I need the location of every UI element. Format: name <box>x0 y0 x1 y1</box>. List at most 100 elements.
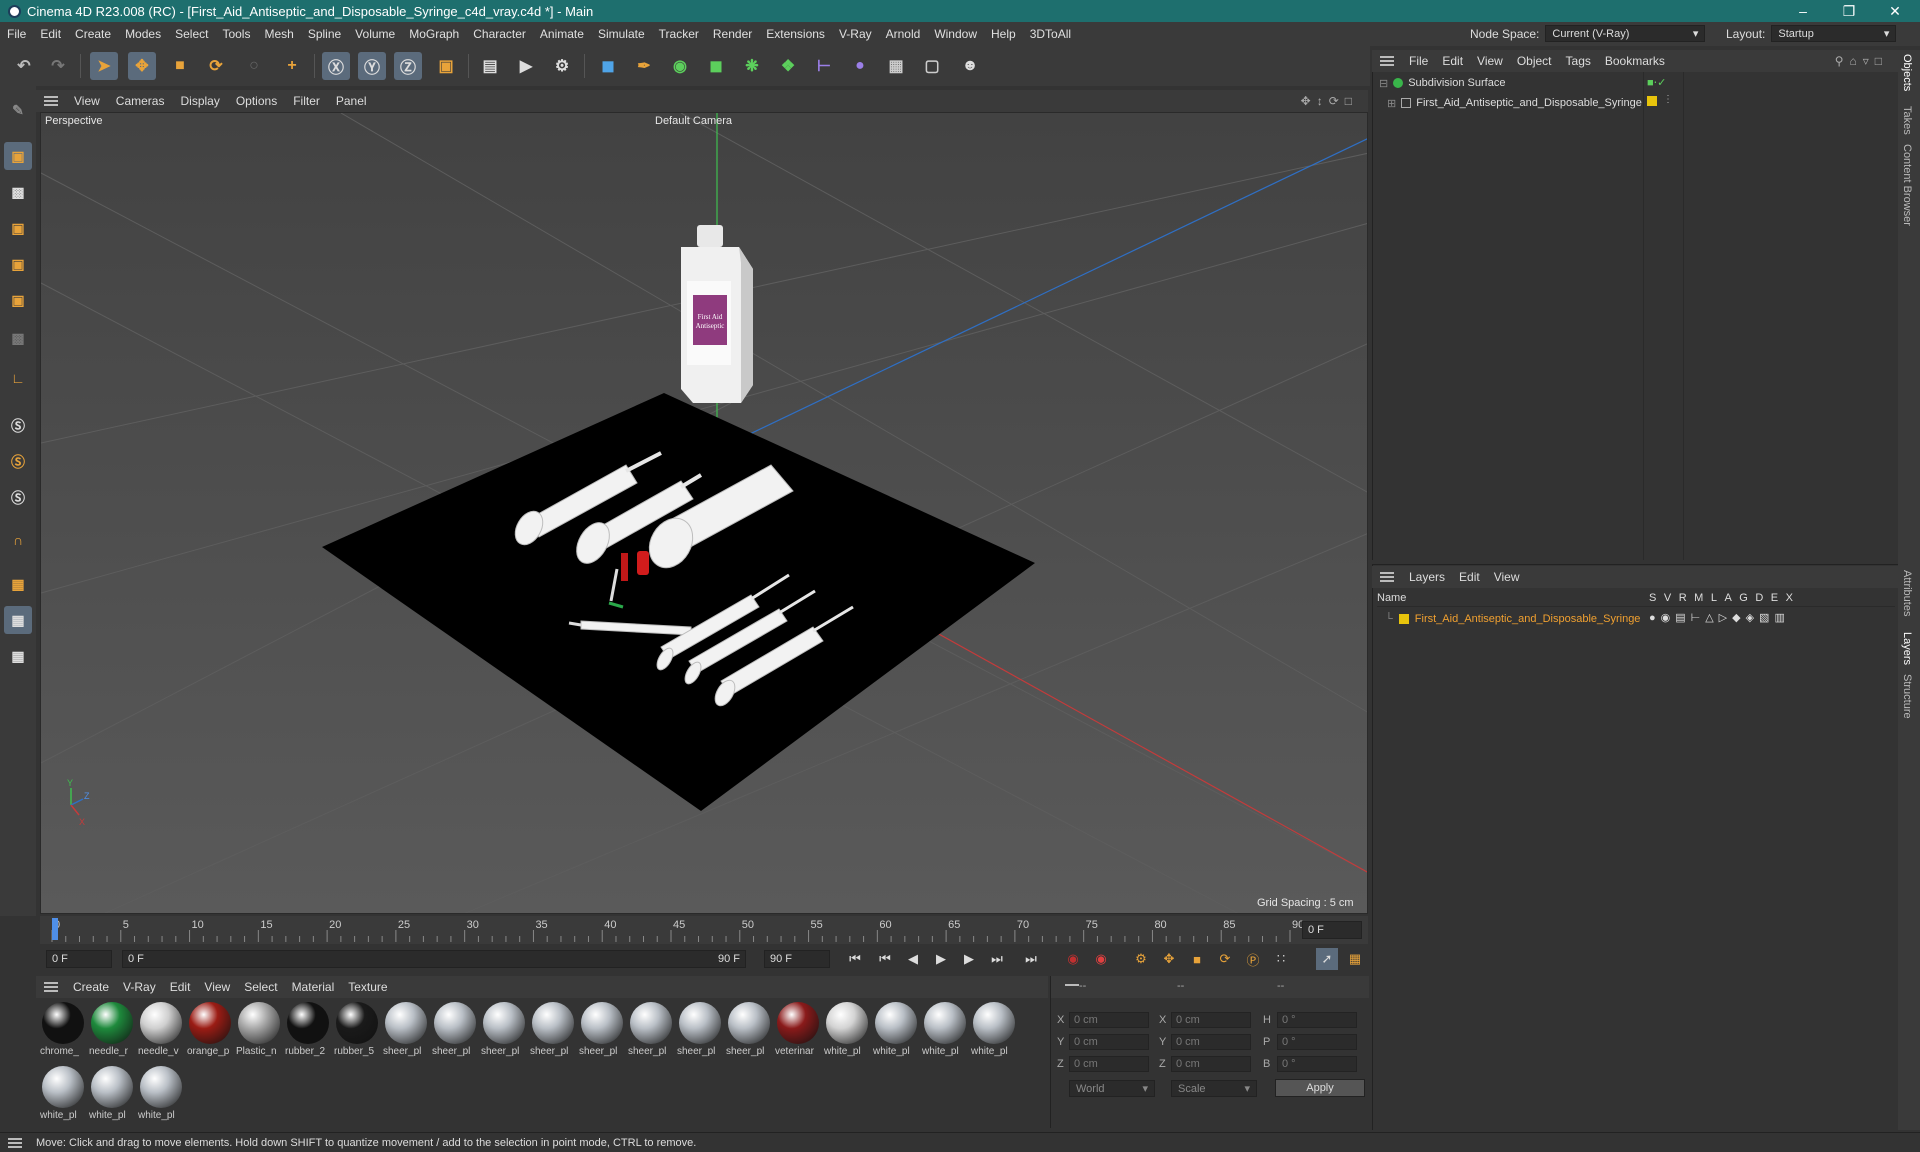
layer-col-flag[interactable]: E <box>1771 592 1786 604</box>
autokey-icon[interactable]: ◉ <box>1090 948 1112 970</box>
rotation-h-field[interactable]: 0 ° <box>1277 1012 1357 1028</box>
y-axis-lock-icon[interactable]: Ⓨ <box>358 52 386 80</box>
timeline-window-icon[interactable]: ▦ <box>1344 948 1366 970</box>
material-swatch[interactable]: white_pl <box>40 1064 86 1124</box>
menu-edit[interactable]: Edit <box>33 27 68 41</box>
material-swatch[interactable]: sheer_pl <box>579 1000 625 1060</box>
viewport-menu-options[interactable]: Options <box>228 94 285 108</box>
size-y-field[interactable]: 0 cm <box>1171 1034 1251 1050</box>
material-swatch[interactable]: needle_r <box>89 1000 135 1060</box>
viewport-camera[interactable]: Default Camera <box>655 115 732 127</box>
undo-icon[interactable]: ↶ <box>10 52 38 80</box>
menu-vray[interactable]: V-Ray <box>832 27 879 41</box>
layer-menu-view[interactable]: View <box>1487 570 1527 584</box>
start-frame-field[interactable]: 0 F <box>46 950 112 968</box>
floor-icon[interactable]: ▦ <box>882 52 910 80</box>
viewport-menu-view[interactable]: View <box>66 94 108 108</box>
layer-row[interactable]: └ First_Aid_Antiseptic_and_Disposable_Sy… <box>1385 611 1895 627</box>
object-row-syringe[interactable]: ⊞ First_Aid_Antiseptic_and_Disposable_Sy… <box>1387 96 1787 110</box>
viewport-perspective[interactable]: First Aid Antiseptic Y Z X Perspective D… <box>40 112 1368 914</box>
material-menu-material[interactable]: Material <box>285 980 342 994</box>
material-swatch[interactable]: rubber_5 <box>334 1000 380 1060</box>
recent-tools-icon[interactable]: ○ <box>240 52 268 80</box>
menu-arnold[interactable]: Arnold <box>879 27 928 41</box>
layer-col-flag[interactable]: V <box>1664 592 1679 604</box>
layer-col-flag[interactable]: D <box>1755 592 1770 604</box>
snap-settings-icon[interactable]: Ⓢ <box>4 448 32 476</box>
magnet-icon[interactable]: ∩ <box>4 526 32 554</box>
material-menu-texture[interactable]: Texture <box>341 980 394 994</box>
menu-mograph[interactable]: MoGraph <box>402 27 466 41</box>
menu-icon[interactable] <box>8 1137 22 1148</box>
tree-toggle-icon[interactable]: ⊟ <box>1379 77 1388 90</box>
material-swatch[interactable]: orange_p <box>187 1000 233 1060</box>
previous-key-icon[interactable]: ⏮ <box>874 948 896 970</box>
layout-dropdown[interactable]: Startup ▾ <box>1771 25 1897 42</box>
menu-extensions[interactable]: Extensions <box>759 27 832 41</box>
material-swatch[interactable]: sheer_pl <box>530 1000 576 1060</box>
tab-structure[interactable]: Structure <box>1901 674 1913 719</box>
rotation-key-icon[interactable]: ⟳ <box>1214 948 1236 970</box>
layer-flag-icons[interactable]: ●◉▤⊢△▷◆◈▧▥ <box>1649 611 1790 624</box>
object-menu-bookmarks[interactable]: Bookmarks <box>1598 54 1672 68</box>
pen-icon[interactable]: ✒ <box>630 52 658 80</box>
playhead[interactable] <box>52 918 58 940</box>
menu-icon[interactable] <box>44 96 58 106</box>
end-frame-field[interactable]: 90 F <box>764 950 830 968</box>
object-menu-edit[interactable]: Edit <box>1435 54 1470 68</box>
menu-file[interactable]: File <box>0 27 33 41</box>
live-selection-icon[interactable]: ➤ <box>90 52 118 80</box>
tab-takes[interactable]: Takes <box>1901 106 1913 135</box>
material-swatch[interactable]: Plastic_n <box>236 1000 282 1060</box>
tab-layers[interactable]: Layers <box>1901 632 1913 665</box>
close-icon[interactable]: ✕ <box>1872 0 1918 22</box>
position-y-field[interactable]: 0 cm <box>1069 1034 1149 1050</box>
next-key-icon[interactable]: ⏭ <box>986 948 1008 970</box>
tab-attributes[interactable]: Attributes <box>1901 570 1913 616</box>
layer-name[interactable]: First_Aid_Antiseptic_and_Disposable_Syri… <box>1415 613 1641 625</box>
material-menu-create[interactable]: Create <box>66 980 116 994</box>
layer-color-tag[interactable] <box>1647 96 1657 106</box>
rotate-icon[interactable]: ⟳ <box>202 52 230 80</box>
scale-icon[interactable]: ■ <box>166 52 194 80</box>
menu-volume[interactable]: Volume <box>348 27 402 41</box>
move-icon[interactable]: ✥ <box>128 52 156 80</box>
layer-col-flag[interactable]: M <box>1694 592 1711 604</box>
menu-icon[interactable] <box>1380 572 1394 582</box>
material-swatch[interactable]: white_pl <box>89 1064 135 1124</box>
material-swatch[interactable]: chrome_ <box>40 1000 86 1060</box>
menu-create[interactable]: Create <box>68 27 118 41</box>
record-icon[interactable]: ◉ <box>1062 948 1084 970</box>
material-swatch[interactable]: sheer_pl <box>481 1000 527 1060</box>
render-settings-icon[interactable]: ⚙ <box>548 52 576 80</box>
object-menu-view[interactable]: View <box>1470 54 1510 68</box>
extrude-icon[interactable]: ◼ <box>702 52 730 80</box>
layer-menu-edit[interactable]: Edit <box>1452 570 1487 584</box>
position-key-icon[interactable]: ✥ <box>1158 948 1180 970</box>
timeline-ruler[interactable]: 051015202530354045505560657075808590 0 F <box>40 916 1368 944</box>
material-swatch[interactable]: white_pl <box>138 1064 184 1124</box>
menu-spline[interactable]: Spline <box>301 27 348 41</box>
object-row-subdivision[interactable]: ⊟ Subdivision Surface <box>1379 76 1779 90</box>
material-swatch[interactable]: sheer_pl <box>677 1000 723 1060</box>
layer-col-flag[interactable]: S <box>1649 592 1664 604</box>
subdivision-icon[interactable]: ◉ <box>666 52 694 80</box>
snap-icon[interactable]: Ⓢ <box>4 412 32 440</box>
menu-window[interactable]: Window <box>927 27 984 41</box>
uv-mode-icon[interactable]: ▩ <box>4 324 32 352</box>
visibility-check-icon[interactable]: ■⋅✓ <box>1647 76 1666 89</box>
frame-range-slider[interactable]: 0 F 90 F <box>122 950 746 968</box>
minimize-icon[interactable]: – <box>1780 0 1826 22</box>
menu-simulate[interactable]: Simulate <box>591 27 652 41</box>
viewport-nav-icons[interactable]: ✥↕⟳□ <box>1301 94 1358 108</box>
object-menu-object[interactable]: Object <box>1510 54 1559 68</box>
material-swatch[interactable]: sheer_pl <box>726 1000 772 1060</box>
cloner-icon[interactable]: ❋ <box>738 52 766 80</box>
material-swatch[interactable]: veterinar <box>775 1000 821 1060</box>
menu-tools[interactable]: Tools <box>215 27 257 41</box>
material-swatch[interactable]: sheer_pl <box>432 1000 478 1060</box>
node-space-dropdown[interactable]: Current (V-Ray) ▾ <box>1545 25 1706 42</box>
tab-objects[interactable]: Objects <box>1901 54 1913 91</box>
position-x-field[interactable]: 0 cm <box>1069 1012 1149 1028</box>
go-to-end-icon[interactable]: ⏭ <box>1020 948 1042 970</box>
